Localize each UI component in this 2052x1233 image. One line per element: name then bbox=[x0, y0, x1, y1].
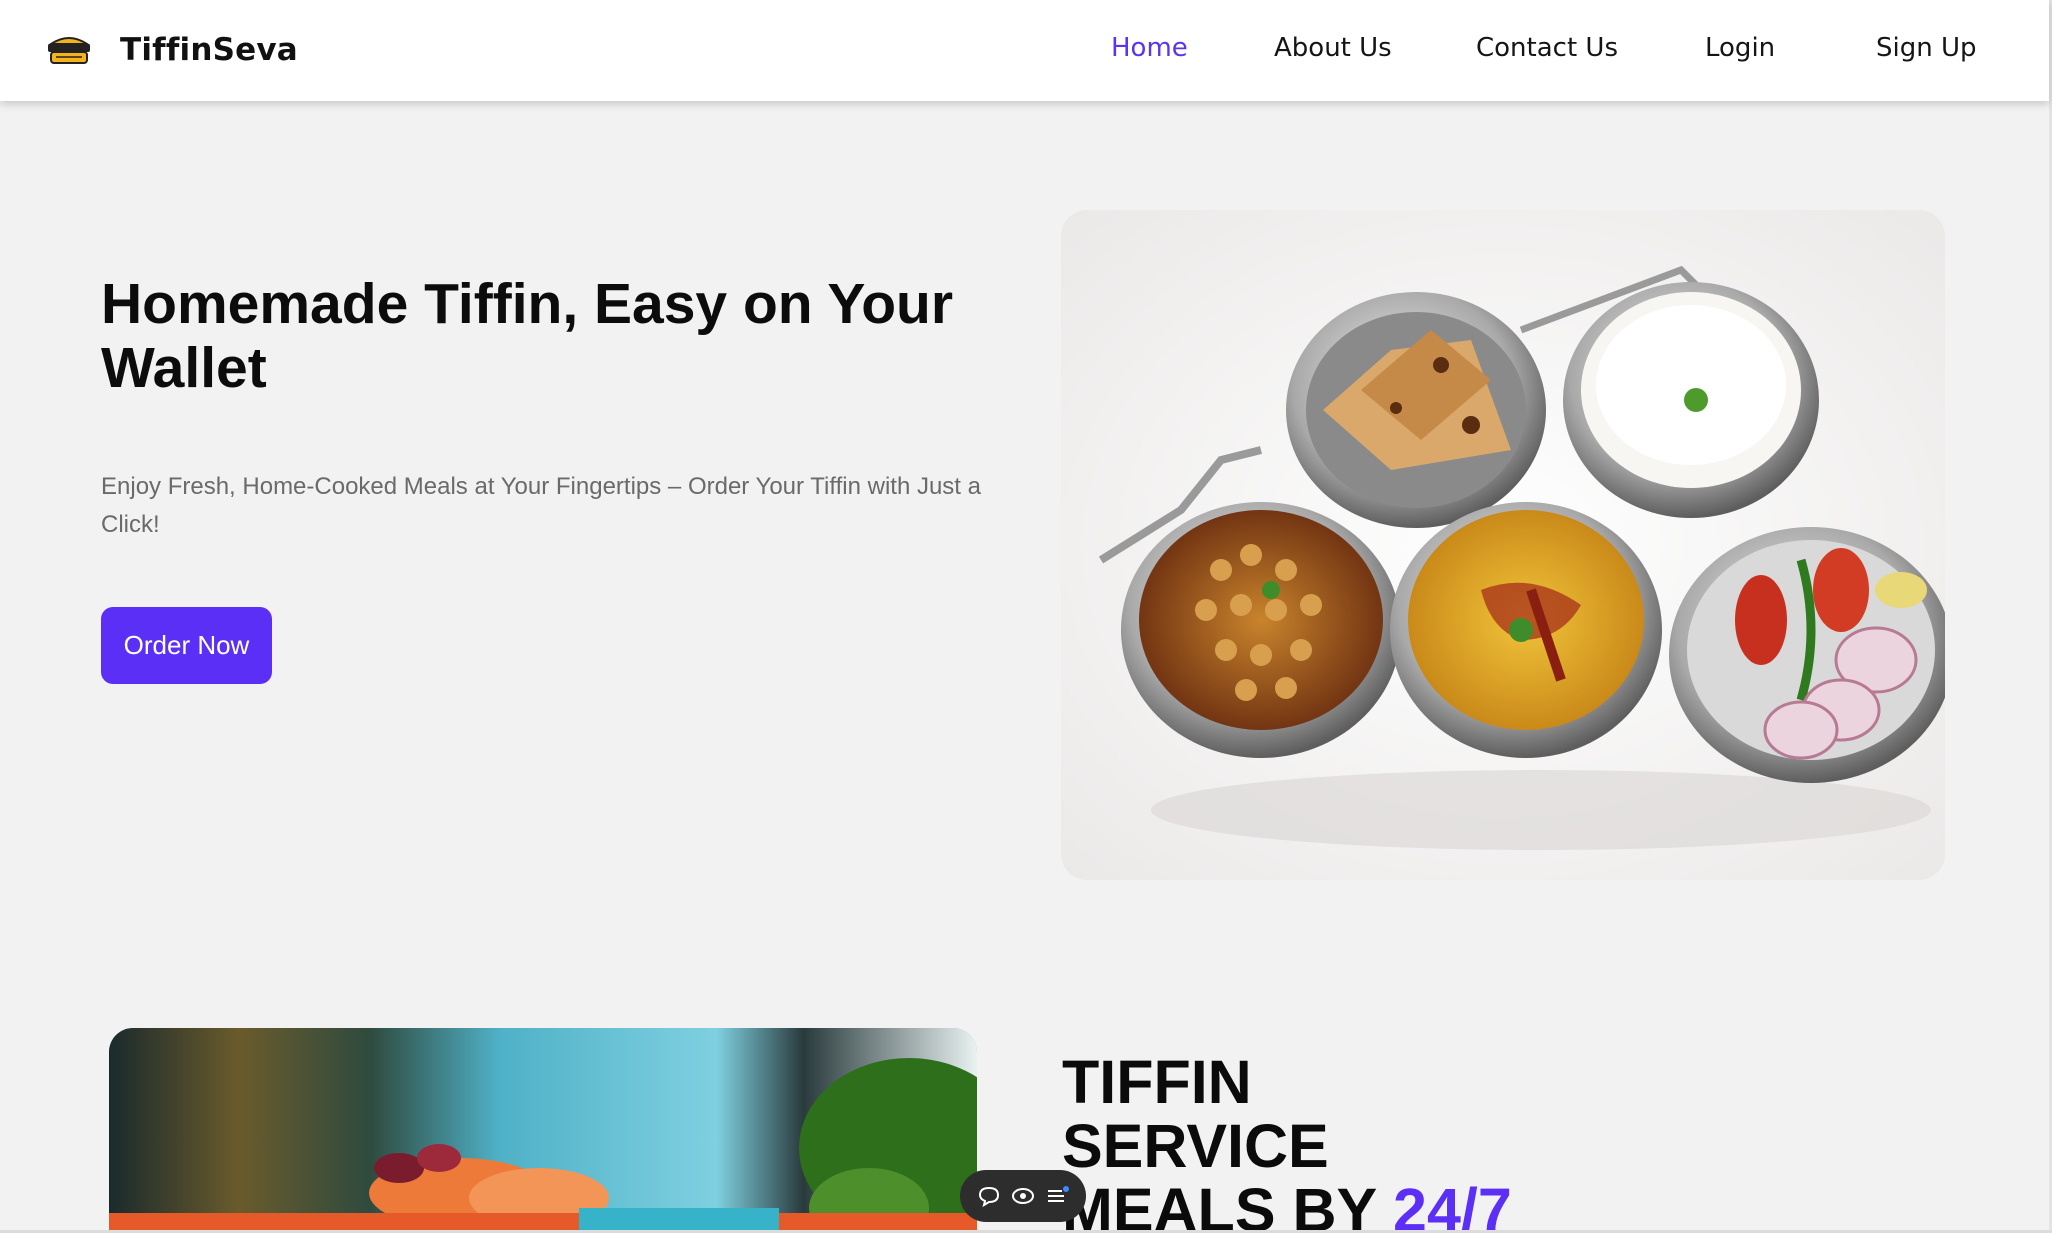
hero-title: Homemade Tiffin, Easy on Your Wallet bbox=[101, 272, 954, 400]
nav-home-link[interactable]: Home bbox=[1111, 33, 1188, 63]
nav-about-link[interactable]: About Us bbox=[1274, 33, 1392, 63]
hero-meal-image bbox=[1061, 210, 1945, 880]
hero-subtitle: Enjoy Fresh, Home-Cooked Meals at Your F… bbox=[101, 473, 981, 538]
nav-signup-link[interactable]: Sign Up bbox=[1876, 33, 1977, 63]
comment-icon[interactable] bbox=[976, 1183, 1002, 1209]
eye-icon[interactable] bbox=[1010, 1183, 1036, 1209]
floating-toolbar bbox=[960, 1170, 1086, 1222]
nav-contact-link[interactable]: Contact Us bbox=[1476, 33, 1618, 63]
menu-list-icon[interactable] bbox=[1044, 1183, 1070, 1209]
navbar: TiffinSeva Home About Us Contact Us Logi… bbox=[0, 0, 2049, 101]
brand-name: TiffinSeva bbox=[120, 32, 298, 68]
about-food-image bbox=[109, 1028, 977, 1233]
about-title-line1: TIFFIN bbox=[1062, 1048, 1252, 1116]
nav-login-link[interactable]: Login bbox=[1705, 33, 1775, 63]
about-title-accent: 24/7 bbox=[1393, 1176, 1512, 1233]
order-now-button[interactable]: Order Now bbox=[101, 607, 272, 684]
brand[interactable]: TiffinSeva bbox=[44, 30, 298, 70]
about-title: TIFFIN SERVICE MEALS BY 24/7 bbox=[1062, 1050, 1762, 1233]
tiffin-box-icon bbox=[44, 30, 94, 70]
about-title-line2: SERVICE bbox=[1062, 1112, 1329, 1180]
about-title-line3: MEALS BY bbox=[1062, 1176, 1394, 1233]
